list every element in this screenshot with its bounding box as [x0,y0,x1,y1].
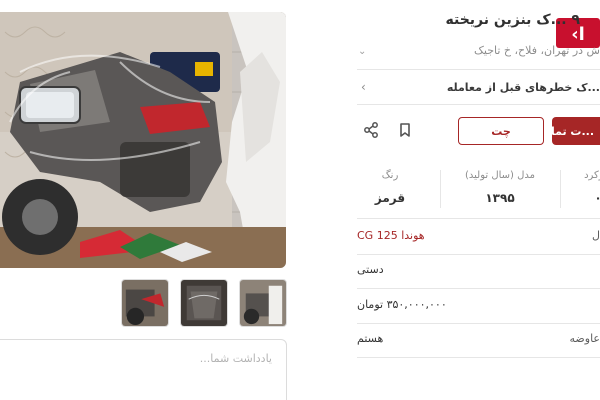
warning-link[interactable]: ...ک خطرهای قبل از معامله › [357,70,600,104]
main-photo[interactable] [0,12,286,268]
divider [357,218,600,219]
chevron-left-icon: › [361,80,366,94]
detail-value: هستم [357,332,384,345]
gallery-thumbnail[interactable] [121,279,169,327]
bookmark-icon[interactable] [396,121,414,139]
stat-value-model-year: ۱۳۹۵ [485,191,515,205]
detail-row-price: ۳۵۰,۰۰۰,۰۰۰ تومان [357,289,600,323]
stat-label-mileage: ...ارکرد [584,170,600,181]
share-icon[interactable] [362,121,380,139]
stat-value-mileage: ۰ [594,191,600,205]
contact-info-button[interactable]: ...ت تماس [552,117,600,145]
note-textarea[interactable] [0,340,286,400]
listing-title: ۹ ...ک بنزین نریخته [445,12,580,28]
stat-value-color: قرمز [374,191,406,205]
detail-label: ل [592,229,600,242]
divider [560,170,561,208]
divider [357,357,600,358]
detail-label: عاوضه [569,332,600,345]
divider [357,104,600,105]
stat-label-color: رنگ [381,170,399,181]
warning-text: ...ک خطرهای قبل از معامله [446,80,600,94]
chevron-down-icon[interactable]: ⌄ [358,46,366,57]
detail-row-model: ل هوندا CG 125 [357,220,600,254]
divider [440,170,441,208]
stat-label-model-year: مدل (سال تولید) [465,170,535,181]
detail-value-price: ۳۵۰,۰۰۰,۰۰۰ تومان [357,298,447,311]
chat-button[interactable]: چت [458,117,544,145]
listing-location: ش در تهران، فلاح، خ تاجیک [474,44,600,57]
detail-value: دستی [357,263,384,276]
detail-row-exchange: عاوضه هستم [357,323,600,357]
detail-value-model-link[interactable]: هوندا CG 125 [357,229,425,242]
note-field[interactable] [0,339,287,400]
detail-row-gearbox: دستی [357,254,600,288]
gallery-thumbnail[interactable] [239,279,287,327]
gallery-thumbnail[interactable] [180,279,228,327]
